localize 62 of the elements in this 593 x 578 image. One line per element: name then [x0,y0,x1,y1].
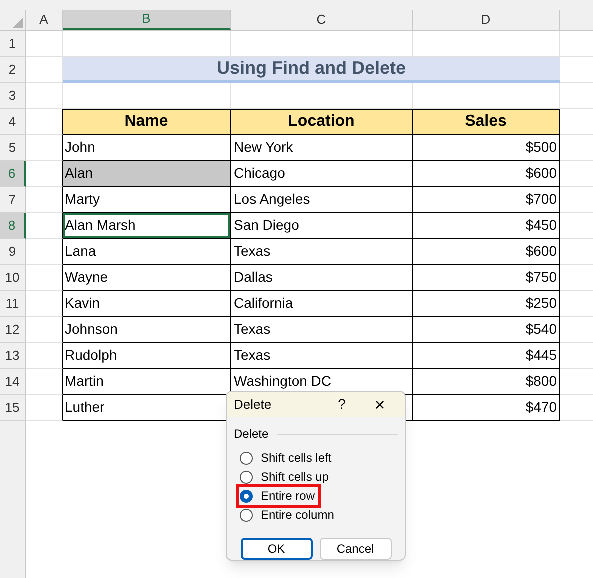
row-header[interactable]: 4 [0,109,26,135]
table-cell: $540 [413,317,560,343]
table-cell: $250 [413,291,560,317]
table-cell: $470 [413,395,560,421]
radio-option[interactable]: Shift cells left [240,450,334,466]
table-cell: Chicago [231,161,413,187]
table-cell: San Diego [231,213,413,239]
column-heading: Sales [413,109,560,135]
row-header[interactable]: 1 [0,31,26,57]
sheet-title: Using Find and Delete [63,57,560,83]
help-button[interactable]: ? [330,394,354,415]
row-header[interactable]: 13 [0,343,26,369]
dialog-button[interactable]: Cancel [320,538,392,560]
row-header[interactable]: 12 [0,317,26,343]
table-cell: Dallas [231,265,413,291]
close-button[interactable]: × [362,396,398,414]
table-cell: Johnson [63,317,231,343]
group-label: Delete [234,426,269,443]
row-header[interactable]: 5 [0,135,26,161]
radio-option[interactable]: Entire column [240,507,336,523]
column-header[interactable]: B [63,10,231,30]
table-cell: $700 [413,187,560,213]
table-cell: Texas [231,317,413,343]
table-cell: Rudolph [63,343,231,369]
table-cell: Lana [63,239,231,265]
radio-option[interactable]: Shift cells up [240,469,332,485]
row-header[interactable]: 2 [0,57,26,83]
dialog-button[interactable]: OK [240,538,312,560]
table-cell: California [231,291,413,317]
table-cell: $445 [413,343,560,369]
table-cell: John [63,135,231,161]
table-cell: Los Angeles [231,187,413,213]
row-header[interactable]: 11 [0,291,26,317]
column-header[interactable]: D [413,10,560,30]
table-cell: Alan [63,161,231,187]
row-header[interactable]: 15 [0,395,26,421]
row-header[interactable]: 10 [0,265,26,291]
row-header[interactable]: 6 [0,161,26,187]
row-header[interactable]: 8 [0,213,26,239]
table-cell: Texas [231,239,413,265]
column-header[interactable]: C [231,10,413,30]
table-cell: $600 [413,239,560,265]
column-heading: Name [63,109,231,135]
table-cell: Kavin [63,291,231,317]
table-cell: Wayne [63,265,231,291]
table-cell: Alan Marsh [63,213,231,239]
table-cell: $450 [413,213,560,239]
table-cell: $750 [413,265,560,291]
row-header[interactable]: 9 [0,239,26,265]
dialog-title: Delete [234,396,272,414]
row-header[interactable]: 14 [0,369,26,395]
table-cell: New York [231,135,413,161]
row-header[interactable]: 7 [0,187,26,213]
table-cell: $600 [413,161,560,187]
table-cell: Martin [63,369,231,395]
row-header[interactable]: 3 [0,83,26,109]
table-cell: Texas [231,343,413,369]
table-cell: $500 [413,135,560,161]
table-cell: $800 [413,369,560,395]
select-all-icon[interactable] [13,18,23,28]
column-heading: Location [231,109,413,135]
table-cell: Marty [63,187,231,213]
